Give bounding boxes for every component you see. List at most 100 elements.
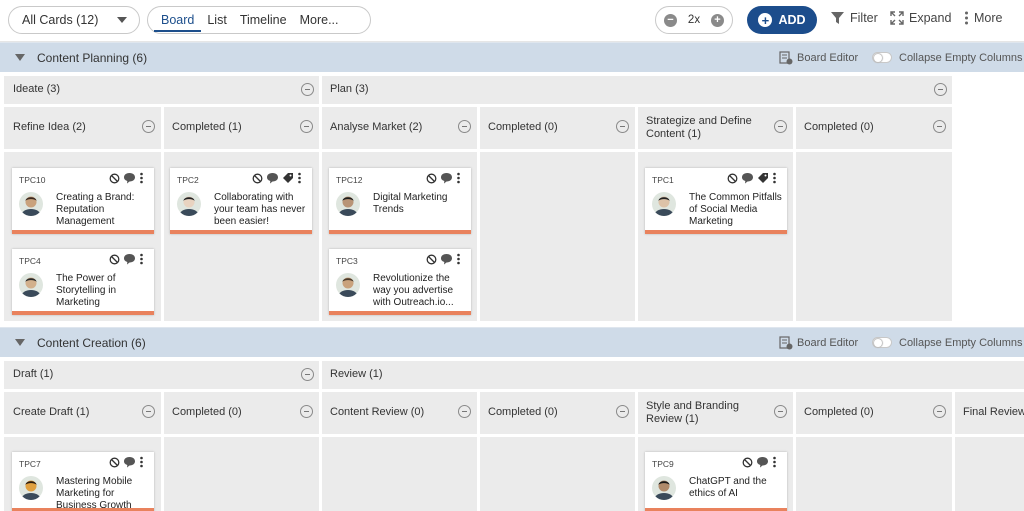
collapse-group-icon[interactable] (301, 83, 314, 96)
group-title: Review (1) (330, 368, 383, 380)
column-header-create-draft: Create Draft (1) (4, 392, 161, 434)
group-header-draft: Draft (1) (4, 361, 319, 389)
zoom-out-icon[interactable]: − (664, 13, 677, 27)
section-header-content-creation[interactable]: Content Creation (6) Board Editor Collap… (0, 327, 1024, 357)
collapse-empty-toggle[interactable]: Collapse Empty Columns (872, 52, 1023, 64)
collapse-column-icon[interactable] (300, 120, 313, 133)
section-title: Content Creation (6) (37, 335, 146, 350)
collapse-column-icon[interactable] (774, 120, 787, 133)
comment-icon[interactable] (756, 456, 769, 468)
card-tpc2[interactable]: TPC2 Collaborating with your team has nev… (170, 168, 312, 234)
card-id: TPC3 (336, 256, 358, 266)
collapse-empty-toggle[interactable]: Collapse Empty Columns (872, 337, 1023, 349)
all-cards-label: All Cards (12) (22, 13, 99, 27)
group-header-plan: Plan (3) (322, 76, 952, 104)
card-menu-icon[interactable] (772, 172, 777, 184)
card-menu-icon[interactable] (139, 172, 144, 184)
card-actions (106, 172, 144, 184)
expand-button[interactable]: Expand (890, 11, 951, 25)
collapse-column-icon[interactable] (458, 120, 471, 133)
card-actions (106, 253, 144, 265)
block-icon[interactable] (727, 173, 738, 184)
collapse-column-icon[interactable] (142, 120, 155, 133)
card-menu-icon[interactable] (456, 253, 461, 265)
collapse-group-icon[interactable] (934, 83, 947, 96)
column-header-completed: Completed (0) (480, 107, 635, 149)
card-tpc10[interactable]: TPC10 Creating a Brand: Reputation Manage… (12, 168, 154, 234)
block-icon[interactable] (252, 173, 263, 184)
collapse-column-icon[interactable] (933, 120, 946, 133)
card-tpc12[interactable]: TPC12 Digital Marketing Trends (329, 168, 471, 234)
comment-icon[interactable] (123, 253, 136, 265)
column-title: Content Review (0) (330, 406, 425, 418)
comment-icon[interactable] (123, 172, 136, 184)
column-title: Completed (0) (488, 406, 558, 418)
filter-button[interactable]: Filter (830, 11, 878, 25)
zoom-in-icon[interactable]: + (711, 13, 724, 27)
block-icon[interactable] (426, 254, 437, 265)
column-body (164, 437, 319, 511)
card-tpc7[interactable]: TPC7 Mastering Mobile Marketing for Busin… (12, 452, 154, 511)
block-icon[interactable] (742, 457, 753, 468)
comment-icon[interactable] (440, 172, 453, 184)
card-menu-icon[interactable] (772, 456, 777, 468)
tab-timeline[interactable]: Timeline (240, 6, 287, 34)
board-editor-button[interactable]: Board Editor (779, 335, 859, 350)
comment-icon[interactable] (741, 172, 754, 184)
card-menu-icon[interactable] (297, 172, 302, 184)
column-title: Style and Branding Review (1) (646, 400, 739, 425)
column-header-final-review: Final Review (955, 392, 1024, 434)
board-editor-label: Board Editor (797, 336, 859, 349)
avatar (652, 192, 676, 216)
toggle-switch[interactable] (872, 52, 892, 63)
column-body (796, 437, 952, 511)
board-editor-button[interactable]: Board Editor (779, 50, 858, 65)
column-title: Strategize and Define Content (1) (646, 115, 752, 140)
zoom-control: − 2x + (655, 6, 733, 34)
add-button[interactable]: + ADD (747, 6, 817, 34)
collapse-column-icon[interactable] (774, 405, 787, 418)
section-header-content-planning[interactable]: Content Planning (6) Board Editor Collap… (0, 42, 1024, 72)
card-tpc4[interactable]: TPC4 The Power of Storytelling in Marketi… (12, 249, 154, 315)
tag-icon[interactable] (282, 172, 294, 184)
collapse-column-icon[interactable] (933, 405, 946, 418)
card-menu-icon[interactable] (456, 172, 461, 184)
column-header-completed: Completed (0) (796, 107, 952, 149)
plus-icon: + (758, 13, 773, 27)
collapse-group-icon[interactable] (301, 368, 314, 381)
card-tpc9[interactable]: TPC9 ChatGPT and the ethics of AI (645, 452, 787, 511)
avatar (336, 273, 360, 297)
card-tpc1[interactable]: TPC1 The Common Pitfalls of Social Media … (645, 168, 787, 234)
expand-icon (890, 11, 904, 25)
card-actions (423, 253, 461, 265)
card-actions (423, 172, 461, 184)
collapse-caret-icon[interactable] (15, 54, 25, 61)
tab-more[interactable]: More... (300, 6, 339, 34)
collapse-column-icon[interactable] (300, 405, 313, 418)
group-title: Ideate (3) (13, 83, 61, 95)
card-actions (106, 456, 144, 468)
all-cards-dropdown[interactable]: All Cards (12) (8, 6, 140, 34)
comment-icon[interactable] (123, 456, 136, 468)
card-tpc3[interactable]: TPC3 Revolutionize the way you advertise … (329, 249, 471, 315)
comment-icon[interactable] (266, 172, 279, 184)
card-menu-icon[interactable] (139, 253, 144, 265)
comment-icon[interactable] (440, 253, 453, 265)
tag-icon[interactable] (757, 172, 769, 184)
tab-board[interactable]: Board (153, 6, 202, 34)
toggle-switch[interactable] (872, 337, 892, 348)
block-icon[interactable] (109, 254, 120, 265)
tab-list[interactable]: List (207, 6, 226, 34)
collapse-column-icon[interactable] (616, 120, 629, 133)
block-icon[interactable] (426, 173, 437, 184)
collapse-caret-icon[interactable] (15, 339, 25, 346)
block-icon[interactable] (109, 173, 120, 184)
collapse-column-icon[interactable] (616, 405, 629, 418)
more-button[interactable]: More (964, 11, 1002, 25)
column-title: Completed (0) (488, 121, 558, 133)
collapse-column-icon[interactable] (458, 405, 471, 418)
card-menu-icon[interactable] (139, 456, 144, 468)
card-actions (724, 172, 777, 184)
block-icon[interactable] (109, 457, 120, 468)
collapse-column-icon[interactable] (142, 405, 155, 418)
